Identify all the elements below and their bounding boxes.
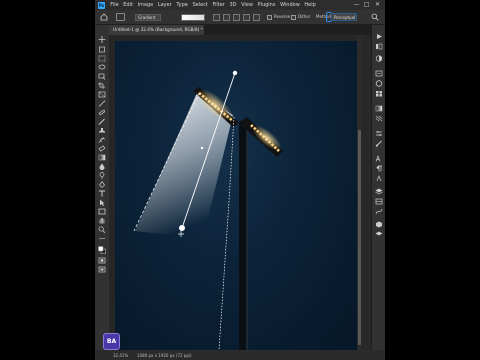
menu-file[interactable]: File [108,2,121,8]
menu-select[interactable]: Select [190,2,210,8]
maximize-button[interactable]: □ [363,1,370,8]
brush-settings-icon[interactable] [375,140,383,147]
frame-icon[interactable] [98,91,106,98]
document-tab-bar: Untitled-1 @ 32.4% (Background, RGB/8) * [109,25,371,35]
screen-mode-icon[interactable] [98,266,106,273]
libraries-icon[interactable] [375,43,383,50]
document-tab[interactable]: Untitled-1 @ 32.4% (Background, RGB/8) * [109,25,204,35]
channel-logo-badge: BA [103,333,120,350]
diamond-gradient-button[interactable] [253,14,260,21]
pen-icon[interactable] [98,181,106,188]
path-select-icon[interactable] [98,199,106,206]
quick-mask-icon[interactable] [98,257,106,264]
close-button[interactable]: ✕ [374,1,381,8]
search-icon[interactable] [371,13,379,21]
spot-heal-icon[interactable] [98,109,106,116]
gradient-preset-dropdown[interactable]: Gradient [135,14,161,21]
stack-icon[interactable] [375,231,383,238]
scrollbar-thumb[interactable] [358,130,361,345]
cube-icon[interactable] [375,221,383,228]
vertical-scrollbar[interactable] [357,35,362,350]
dither-label: Dither [298,14,311,19]
dither-checkbox[interactable] [291,15,296,20]
eraser-icon[interactable] [98,145,106,152]
move-icon[interactable] [98,36,106,43]
menu-filter[interactable]: Filter [210,2,227,8]
gradient-end-point [179,225,185,231]
channels-icon[interactable] [375,198,383,205]
learn-icon[interactable] [375,33,383,40]
tools-panel [95,25,109,350]
menu-plugins[interactable]: Plugins [255,2,278,8]
color-icon[interactable] [375,80,383,87]
menu-help[interactable]: Help [302,2,318,8]
panels-dock [371,25,385,350]
gradient-start-point [232,70,238,76]
canvas-area[interactable] [109,35,357,350]
minimize-button[interactable]: — [353,1,360,8]
gradient-editor-swatch[interactable] [181,14,205,21]
dodge-icon[interactable] [98,172,106,179]
history-icon[interactable] [375,70,383,77]
gradient-tool-preset-icon[interactable] [116,13,125,21]
crop-icon[interactable] [98,82,106,89]
menu-3d[interactable]: 3D [227,2,239,8]
menu-image[interactable]: Image [135,2,155,8]
character-icon[interactable] [375,155,383,162]
object-select-icon[interactable] [98,73,106,80]
method-dropdown[interactable]: Perceptual [331,13,357,21]
gradients-icon[interactable] [375,105,383,112]
reverse-checkbox[interactable] [267,15,272,20]
reflected-gradient-button[interactable] [243,14,250,21]
zoom-icon[interactable] [98,226,106,233]
layers-icon[interactable] [375,188,383,195]
menu-layer[interactable]: Layer [156,2,175,8]
patterns-icon[interactable] [375,115,383,122]
menu-bar: Ps File Edit Image Layer Type Select Fil… [95,0,385,10]
paragraph-icon[interactable] [375,165,383,172]
blur-icon[interactable] [98,163,106,170]
adjustments-icon[interactable] [375,55,383,62]
hand-icon[interactable] [98,217,106,224]
menu-edit[interactable]: Edit [121,2,135,8]
eyedropper-icon[interactable] [98,100,106,107]
status-bar: 32.41% 1080 px x 1920 px (72 ppi) [95,350,385,360]
linear-gradient-button[interactable] [213,14,220,21]
document-dimensions: 1080 px x 1920 px (72 ppi) [137,353,192,358]
more-tools-icon[interactable] [98,235,106,242]
properties-icon[interactable] [375,130,383,137]
reverse-label: Reverse [274,14,291,19]
canvas-artwork [133,70,283,350]
color-swatches-icon[interactable] [98,245,106,255]
photoshop-window: Ps File Edit Image Layer Type Select Fil… [95,0,385,360]
zoom-level[interactable]: 32.41% [113,353,128,358]
paths-icon[interactable] [375,208,383,215]
lamp-post-highlight [246,121,248,350]
angle-gradient-button[interactable] [233,14,240,21]
menu-view[interactable]: View [239,2,255,8]
swatches-icon[interactable] [375,90,383,97]
brush-icon[interactable] [98,118,106,125]
history-brush-icon[interactable] [98,136,106,143]
glyphs-icon[interactable] [375,175,383,182]
menu-window[interactable]: Window [278,2,302,8]
options-bar: Gradient Reverse Dither Method: Perceptu… [95,10,385,25]
lasso-icon[interactable] [98,64,106,71]
gradient-icon[interactable] [98,154,106,161]
gradient-midpoint [200,146,204,150]
document-canvas[interactable] [115,41,357,350]
marquee-icon[interactable] [98,55,106,62]
clone-stamp-icon[interactable] [98,127,106,134]
radial-gradient-button[interactable] [223,14,230,21]
rectangle-icon[interactable] [98,208,106,215]
artboard-icon[interactable] [98,46,106,53]
menu-type[interactable]: Type [174,2,190,8]
photoshop-logo: Ps [98,1,105,9]
type-icon[interactable] [98,190,106,197]
home-icon[interactable] [100,13,108,21]
